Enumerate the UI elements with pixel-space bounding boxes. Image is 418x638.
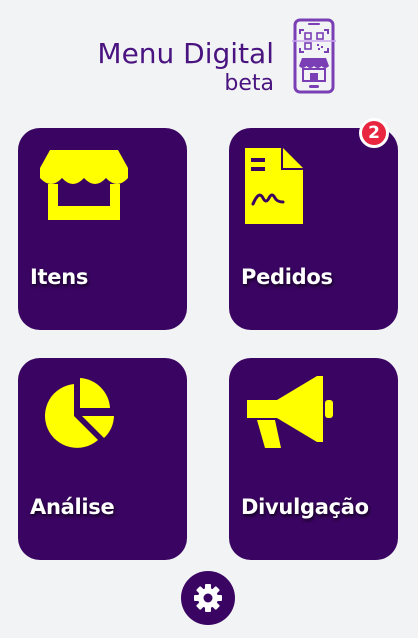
notification-badge: 2 <box>359 118 389 148</box>
store-icon <box>40 150 128 220</box>
gear-icon <box>194 584 222 612</box>
header: Menu Digital beta <box>0 0 418 110</box>
tile-label: Divulgação <box>241 495 369 519</box>
receipt-icon <box>245 148 303 224</box>
tile-label: Análise <box>30 495 115 519</box>
qr-store-phone-icon <box>292 18 336 94</box>
app-title: Menu Digital <box>97 37 274 70</box>
settings-button[interactable] <box>181 571 235 625</box>
tile-pedidos[interactable]: Pedidos <box>229 128 398 330</box>
megaphone-icon <box>247 376 333 448</box>
tile-divulgacao[interactable]: Divulgação <box>229 358 398 560</box>
tile-label: Pedidos <box>241 265 333 289</box>
app-subtitle: beta <box>224 71 274 96</box>
pie-chart-icon <box>44 378 114 448</box>
tile-analise[interactable]: Análise <box>18 358 187 560</box>
tile-label: Itens <box>30 265 89 289</box>
tile-itens[interactable]: Itens <box>18 128 187 330</box>
